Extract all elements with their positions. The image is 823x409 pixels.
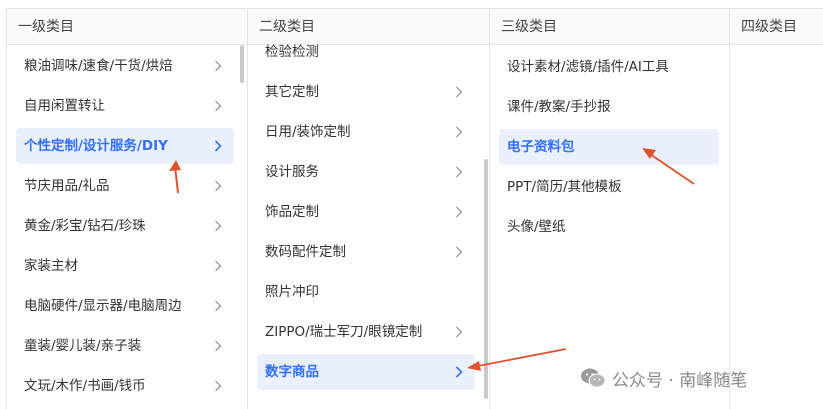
- category-item[interactable]: 个性定制/设计服务/DIY: [16, 128, 234, 164]
- chevron-right-icon: [212, 328, 226, 364]
- chevron-right-icon: [212, 248, 226, 284]
- category-item-label: PPT/简历/其他模板: [507, 179, 622, 195]
- category-item[interactable]: 节庆用品/礼品: [16, 168, 234, 204]
- category-item[interactable]: 数字商品: [257, 354, 475, 390]
- chevron-right-icon: [453, 74, 467, 110]
- category-item[interactable]: 饰品定制: [257, 194, 475, 230]
- category-item[interactable]: ZIPPO/瑞士军刀/眼镜定制: [257, 314, 475, 350]
- chevron-right-icon: [212, 88, 226, 124]
- category-item[interactable]: 日用/装饰定制: [257, 114, 475, 150]
- category-item-label: 头像/壁纸: [507, 219, 566, 235]
- category-item[interactable]: 童装/婴儿装/亲子装: [16, 328, 234, 364]
- category-item-label: 日用/装饰定制: [265, 124, 351, 140]
- level2-list[interactable]: 检验检测其它定制日用/装饰定制 设计服务饰品定制数码配件定制 照片冲印 ZIPPO/瑞…: [248, 44, 489, 409]
- level4-list[interactable]: [730, 45, 823, 409]
- category-item[interactable]: 电子资料包: [499, 129, 719, 165]
- chevron-right-icon: [212, 368, 226, 404]
- chevron-right-icon: [453, 354, 467, 390]
- category-item-label: 检验检测: [265, 44, 319, 60]
- category-item[interactable]: 照片冲印: [257, 274, 475, 310]
- chevron-right-icon: [453, 154, 467, 190]
- chevron-right-icon: [212, 288, 226, 324]
- category-item-label: 节庆用品/礼品: [24, 178, 110, 194]
- watermark: 公众号 · 南峰随笔: [580, 366, 748, 391]
- category-item-label: 粮油调味/速食/干货/烘焙: [24, 58, 173, 74]
- category-item[interactable]: 数码配件定制: [257, 234, 475, 270]
- level1-header: 一级类目: [7, 9, 247, 45]
- category-item-label: 电脑硬件/显示器/电脑周边: [24, 298, 182, 314]
- chevron-right-icon: [453, 114, 467, 150]
- category-item-label: 设计素材/滤镜/插件/AI工具: [507, 59, 669, 75]
- chevron-right-icon: [453, 194, 467, 230]
- category-item[interactable]: 检验检测: [257, 34, 475, 70]
- category-item[interactable]: 头像/壁纸: [499, 209, 719, 245]
- level1-column: 一级类目 粮油调味/速食/干货/烘焙 自用闲置转让个性定制/设计服务/DIY 节庆用…: [7, 9, 248, 409]
- category-item[interactable]: 粮油调味/速食/干货/烘焙: [16, 48, 234, 84]
- level2-column: 二级类目 检验检测 其它定制 日用/装饰定制 设计服务 饰品定制 数码配件定制 照片冲印 ZI…: [248, 9, 490, 409]
- category-selector: 一级类目 粮油调味/速食/干货/烘焙 自用闲置转让个性定制/设计服务/DIY 节庆用…: [6, 8, 823, 409]
- category-item[interactable]: 其它定制: [257, 74, 475, 110]
- category-item[interactable]: 电脑硬件/显示器/电脑周边: [16, 288, 234, 324]
- chevron-right-icon: [212, 208, 226, 244]
- chevron-right-icon: [453, 314, 467, 350]
- category-item-label: 其它定制: [265, 84, 319, 100]
- level3-header: 三级类目: [490, 9, 729, 45]
- category-item-label: 电子资料包: [507, 139, 575, 155]
- category-item-label: 设计服务: [265, 164, 319, 180]
- category-item-label: 家装主材: [24, 258, 78, 274]
- category-item-label: 课件/教案/手抄报: [507, 99, 611, 115]
- category-item[interactable]: 课件/教案/手抄报: [499, 89, 719, 125]
- category-item-label: 文玩/木作/书画/钱币: [24, 378, 146, 394]
- category-item[interactable]: 设计素材/滤镜/插件/AI工具: [499, 49, 719, 85]
- category-item-label: 童装/婴儿装/亲子装: [24, 338, 142, 354]
- watermark-text: 公众号 · 南峰随笔: [612, 370, 748, 391]
- category-item-label: 自用闲置转让: [24, 98, 105, 114]
- wechat-icon: [581, 368, 606, 388]
- category-item-label: 饰品定制: [265, 204, 319, 220]
- chevron-right-icon: [212, 48, 226, 84]
- chevron-right-icon: [212, 168, 226, 204]
- category-item[interactable]: 家装主材: [16, 248, 234, 284]
- category-item-label: 数码配件定制: [265, 244, 346, 260]
- category-item[interactable]: PPT/简历/其他模板: [499, 169, 719, 205]
- category-item[interactable]: 文玩/木作/书画/钱币: [16, 368, 234, 404]
- category-item-label: ZIPPO/瑞士军刀/眼镜定制: [265, 324, 423, 340]
- category-item[interactable]: 自用闲置转让: [16, 88, 234, 124]
- level4-header: 四级类目: [730, 9, 823, 45]
- category-item-label: 个性定制/设计服务/DIY: [24, 138, 168, 154]
- level4-column: 四级类目: [730, 9, 823, 409]
- chevron-right-icon: [212, 128, 226, 164]
- category-item[interactable]: 设计服务: [257, 154, 475, 190]
- level1-list[interactable]: 粮油调味/速食/干货/烘焙 自用闲置转让个性定制/设计服务/DIY 节庆用品/礼品黄…: [7, 45, 247, 409]
- chevron-right-icon: [453, 234, 467, 270]
- category-item-label: 数字商品: [265, 364, 319, 380]
- level3-column: 三级类目 设计素材/滤镜/插件/AI工具 课件/教案/手抄报 电子资料包 PPT/简历…: [490, 9, 730, 409]
- category-item-label: 照片冲印: [265, 284, 319, 300]
- category-item[interactable]: 黄金/彩宝/钻石/珍珠: [16, 208, 234, 244]
- level3-list[interactable]: 设计素材/滤镜/插件/AI工具 课件/教案/手抄报 电子资料包 PPT/简历/其他模板…: [490, 45, 729, 409]
- level2-scrollbar[interactable]: [484, 159, 488, 399]
- category-item-label: 黄金/彩宝/钻石/珍珠: [24, 218, 146, 234]
- level1-scrollbar[interactable]: [240, 45, 244, 83]
